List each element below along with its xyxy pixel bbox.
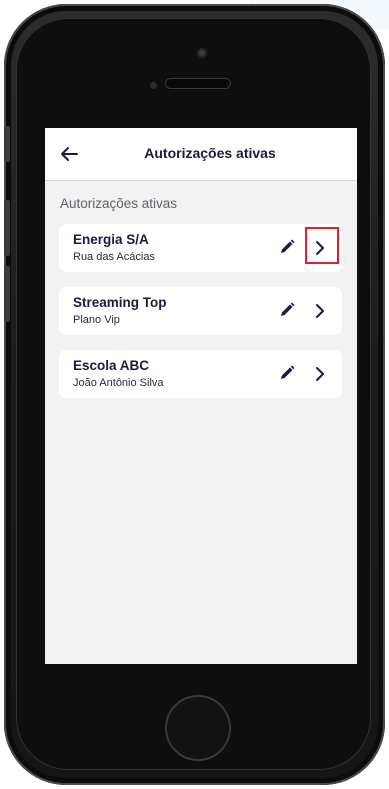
pencil-icon (281, 239, 295, 253)
proximity-sensor (150, 82, 157, 89)
pencil-icon (281, 302, 295, 316)
authorization-title: Escola ABC (73, 358, 150, 373)
authorization-card-energia[interactable]: Energia S/A Rua das Acácias (59, 224, 342, 272)
home-button[interactable] (165, 695, 231, 761)
volume-down-button (4, 266, 10, 322)
authorization-title: Energia S/A (73, 232, 149, 247)
back-button[interactable] (57, 142, 81, 166)
pencil-icon (281, 365, 295, 379)
edit-button[interactable] (278, 364, 296, 382)
authorization-title: Streaming Top (73, 295, 167, 310)
authorization-subtitle: João Antônio Silva (73, 377, 164, 389)
chevron-right-icon (316, 304, 324, 318)
authorization-subtitle: Plano Vip (73, 314, 120, 326)
edit-button[interactable] (278, 238, 296, 256)
chevron-right-icon (316, 367, 324, 381)
authorization-subtitle: Rua das Acácias (73, 251, 155, 263)
authorization-card-streaming[interactable]: Streaming Top Plano Vip (59, 287, 342, 335)
stage: Autorizações ativas Autorizações ativas … (0, 0, 389, 789)
earpiece-speaker (165, 78, 231, 89)
mute-switch (4, 126, 10, 162)
section-title: Autorizações ativas (60, 196, 178, 211)
volume-up-button (4, 200, 10, 256)
front-camera (197, 48, 207, 58)
open-details-button[interactable] (309, 299, 331, 323)
edit-button[interactable] (278, 301, 296, 319)
phone-screen: Autorizações ativas Autorizações ativas … (45, 128, 357, 664)
app-header: Autorizações ativas (45, 128, 357, 181)
chevron-right-icon (316, 241, 324, 255)
page-title: Autorizações ativas (144, 145, 276, 161)
open-details-button[interactable] (309, 362, 331, 386)
authorization-card-escola[interactable]: Escola ABC João Antônio Silva (59, 350, 342, 398)
open-details-button[interactable] (309, 236, 331, 260)
arrow-left-icon (61, 147, 78, 161)
